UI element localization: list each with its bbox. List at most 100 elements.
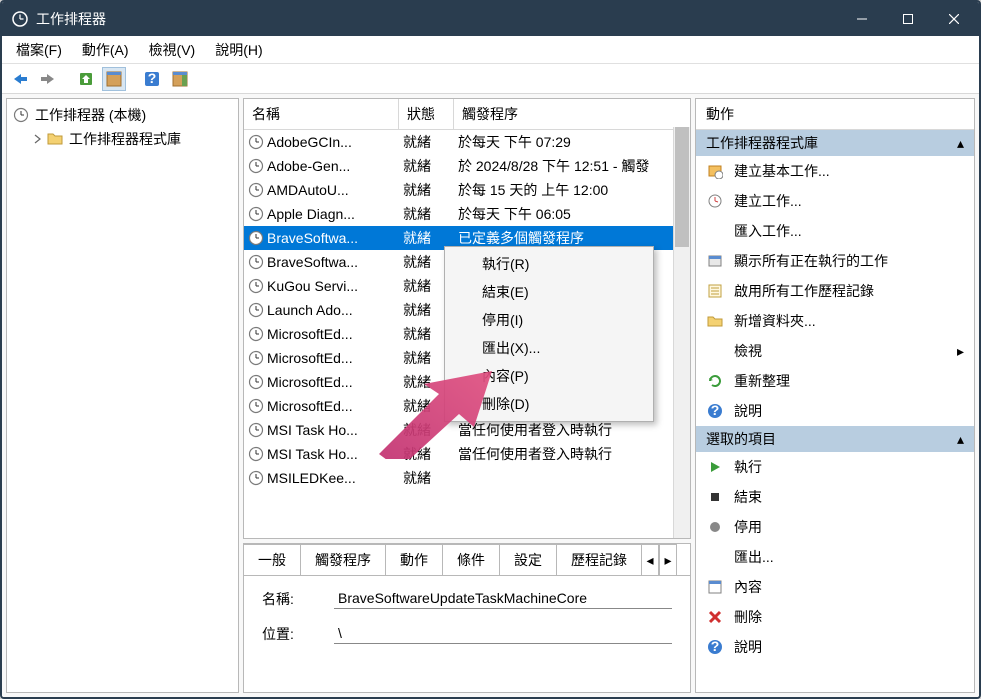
clock-icon	[13, 107, 31, 123]
task-status: 就緒	[403, 132, 458, 152]
import-icon	[706, 222, 724, 240]
action-import[interactable]: 匯入工作...	[696, 216, 974, 246]
col-status[interactable]: 狀態	[399, 99, 454, 129]
task-row[interactable]: Apple Diagn...就緒於每天 下午 06:05	[244, 202, 690, 226]
task-row[interactable]: MSILEDKee...就緒	[244, 466, 690, 490]
action-export[interactable]: 匯出...	[696, 542, 974, 572]
refresh-icon	[706, 372, 724, 390]
view-icon	[706, 342, 724, 360]
ctx-properties[interactable]: 內容(P)	[448, 362, 650, 390]
task-trigger: 於每 15 天的 上午 12:00	[458, 180, 686, 200]
help-icon: ?	[706, 402, 724, 420]
task-row[interactable]: MSI Task Ho...就緒當任何使用者登入時執行	[244, 442, 690, 466]
pane-button[interactable]	[168, 67, 192, 91]
svg-text:?: ?	[711, 639, 720, 654]
context-menu: 執行(R) 結束(E) 停用(I) 匯出(X)... 內容(P) 刪除(D)	[444, 246, 654, 422]
action-section-selected[interactable]: 選取的項目 ▴	[696, 426, 974, 452]
ctx-delete[interactable]: 刪除(D)	[448, 390, 650, 418]
menu-action[interactable]: 動作(A)	[72, 36, 139, 64]
action-help2[interactable]: ? 說明	[696, 632, 974, 662]
action-run[interactable]: 執行	[696, 452, 974, 482]
task-trigger: 已定義多個觸發程序	[458, 228, 686, 248]
close-button[interactable]	[931, 2, 977, 36]
task-row[interactable]: AMDAutoU...就緒於每 15 天的 上午 12:00	[244, 178, 690, 202]
detail-name-value[interactable]: BraveSoftwareUpdateTaskMachineCore	[334, 588, 672, 609]
detail-location-label: 位置:	[262, 624, 334, 644]
task-trigger: 於每天 下午 07:29	[458, 132, 686, 152]
tab-scroll-right[interactable]: ▸	[659, 544, 677, 575]
ctx-end[interactable]: 結束(E)	[448, 278, 650, 306]
tab-triggers[interactable]: 觸發程序	[300, 544, 386, 575]
action-end[interactable]: 結束	[696, 482, 974, 512]
end-icon	[706, 488, 724, 506]
help-button[interactable]: ?	[140, 67, 164, 91]
tab-scroll-left[interactable]: ◂	[641, 544, 659, 575]
expand-icon[interactable]	[33, 134, 43, 144]
new-folder-icon	[706, 312, 724, 330]
task-name: AdobeGCIn...	[267, 134, 352, 150]
action-disable[interactable]: 停用	[696, 512, 974, 542]
col-name[interactable]: 名稱	[244, 99, 399, 129]
ctx-export[interactable]: 匯出(X)...	[448, 334, 650, 362]
tree-pane: 工作排程器 (本機) 工作排程器程式庫	[6, 98, 239, 693]
action-create-basic[interactable]: 建立基本工作...	[696, 156, 974, 186]
up-button[interactable]	[74, 67, 98, 91]
action-show-running[interactable]: 顯示所有正在執行的工作	[696, 246, 974, 276]
task-status: 就緒	[403, 444, 458, 464]
action-view[interactable]: 檢視 ▸	[696, 336, 974, 366]
action-help[interactable]: ? 說明	[696, 396, 974, 426]
tree-root-label: 工作排程器 (本機)	[35, 105, 146, 125]
action-enable-history[interactable]: 啟用所有工作歷程記錄	[696, 276, 974, 306]
tab-general[interactable]: 一般	[244, 544, 301, 575]
task-name: MSILEDKee...	[267, 470, 356, 486]
task-row[interactable]: Adobe-Gen... 就緒於 2024/8/28 下午 12:51 - 觸發	[244, 154, 690, 178]
export-icon	[706, 548, 724, 566]
task-name: Adobe-Gen...	[267, 158, 350, 174]
task-name: AMDAutoU...	[267, 182, 349, 198]
tab-actions[interactable]: 動作	[385, 544, 443, 575]
vertical-scrollbar[interactable]	[673, 127, 690, 538]
scrollbar-thumb[interactable]	[675, 127, 689, 247]
tree-library[interactable]: 工作排程器程式庫	[9, 127, 236, 151]
folder-icon	[47, 131, 65, 147]
action-new-folder[interactable]: 新增資料夾...	[696, 306, 974, 336]
tab-conditions[interactable]: 條件	[442, 544, 500, 575]
task-trigger: 於 2024/8/28 下午 12:51 - 觸發	[458, 156, 686, 176]
action-properties[interactable]: 內容	[696, 572, 974, 602]
tree-root[interactable]: 工作排程器 (本機)	[9, 103, 236, 127]
task-row[interactable]: AdobeGCIn... 就緒於每天 下午 07:29	[244, 130, 690, 154]
menu-view[interactable]: 檢視(V)	[139, 36, 206, 64]
action-delete[interactable]: 刪除	[696, 602, 974, 632]
ctx-run[interactable]: 執行(R)	[448, 250, 650, 278]
maximize-button[interactable]	[885, 2, 931, 36]
task-status: 就緒	[403, 228, 458, 248]
create-basic-icon	[706, 162, 724, 180]
task-trigger: 於每天 下午 06:05	[458, 204, 686, 224]
task-status: 就緒	[403, 204, 458, 224]
tab-settings[interactable]: 設定	[499, 544, 557, 575]
detail-location-value: \	[334, 623, 672, 644]
toolbar: ?	[2, 64, 979, 94]
action-pane-title: 動作	[696, 99, 974, 130]
col-trigger[interactable]: 觸發程序	[454, 99, 690, 129]
run-icon	[706, 458, 724, 476]
task-name: BraveSoftwa...	[267, 230, 358, 246]
action-create-task[interactable]: 建立工作...	[696, 186, 974, 216]
tab-history[interactable]: 歷程記錄	[556, 544, 642, 575]
ctx-disable[interactable]: 停用(I)	[448, 306, 650, 334]
task-name: MSI Task Ho...	[267, 446, 358, 462]
task-status: 就緒	[403, 156, 458, 176]
collapse-icon: ▴	[957, 431, 964, 448]
back-button[interactable]	[8, 67, 32, 91]
forward-button[interactable]	[36, 67, 60, 91]
task-name: MicrosoftEd...	[267, 326, 353, 342]
menu-help[interactable]: 說明(H)	[205, 36, 272, 64]
minimize-button[interactable]	[839, 2, 885, 36]
action-refresh[interactable]: 重新整理	[696, 366, 974, 396]
task-name: MicrosoftEd...	[267, 398, 353, 414]
properties-button[interactable]	[102, 67, 126, 91]
help-icon: ?	[706, 638, 724, 656]
action-section-library[interactable]: 工作排程器程式庫 ▴	[696, 130, 974, 156]
action-pane: 動作 工作排程器程式庫 ▴ 建立基本工作... 建立工作... 匯入工作... …	[695, 98, 975, 693]
menu-file[interactable]: 檔案(F)	[6, 36, 72, 64]
